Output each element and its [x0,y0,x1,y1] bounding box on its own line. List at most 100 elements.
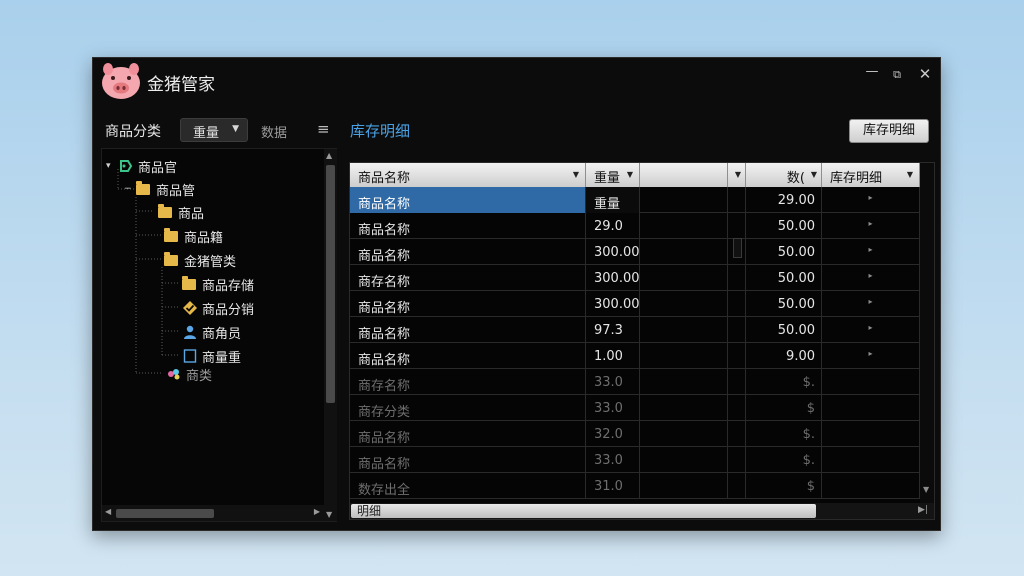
inventory-grid: 商品名称 ▼ 重量 ▼ ▼ 数( ▼ 库存明细 ▼ 商品名称 重量 29.00 ▸ 商品 [349,162,935,520]
scroll-thumb[interactable] [116,509,214,518]
inventory-detail-button[interactable]: 库存明细 [849,119,929,143]
blank-cell [728,395,746,421]
scroll-right-icon[interactable]: ▶ [314,507,320,516]
column-header-weight[interactable]: 重量 ▼ [586,163,640,187]
quantity-cell: $. [746,421,822,447]
weight-cell: 29.0 [586,213,640,239]
name-cell: 商品名称 [350,213,586,239]
weight-cell: 97.3 [586,317,640,343]
detail-arrow-cell[interactable]: ▸ [822,239,920,265]
column-header-blank-1[interactable] [640,163,728,187]
detail-arrow-cell[interactable] [822,473,920,499]
blank-cell [640,213,728,239]
column-header-name[interactable]: 商品名称 ▼ [350,163,586,187]
folder-icon [164,252,180,268]
close-button[interactable]: ✕ [917,65,933,83]
name-cell: 商品名称 [350,239,586,265]
folder-icon [182,276,198,292]
tree-node-goods-distribution[interactable]: 商品分销 [182,299,255,318]
maximize-button[interactable]: ⧉ [889,68,905,82]
dropdown-value: 重量 [193,126,220,141]
table-row[interactable]: 数存出全 31.0 $ [350,473,920,499]
app-title: 金猪管家 [147,75,215,95]
tree-node-weight[interactable]: 商量重 [182,347,241,366]
table-row[interactable]: 商品名称 33.0 $. [350,447,920,473]
detail-arrow-cell[interactable]: ▸ [822,343,920,369]
table-row[interactable]: 商品名称 29.0 50.00 ▸ [350,213,920,239]
tree-node-label: 商品分销 [202,302,255,318]
table-row[interactable]: 商品名称 97.3 50.00 ▸ [350,317,920,343]
detail-arrow-cell[interactable]: ▸ [822,265,920,291]
scroll-left-icon[interactable]: ◀ [105,507,111,516]
detail-arrow-cell[interactable] [822,369,920,395]
detail-arrow-cell[interactable]: ▸ [822,187,920,213]
section-title: 库存明细 [350,122,411,140]
scroll-thumb[interactable]: 明细 [351,504,816,518]
weight-cell: 300.00 [586,239,640,265]
tree-node-golden-pig-category[interactable]: 金猪管类 [164,251,236,270]
weight-cell: 32.0 [586,421,640,447]
tree-horizontal-scrollbar[interactable]: ◀ ▶ [102,505,324,521]
table-row[interactable]: 商品名称 300.00 50.00 ▸ [350,239,920,265]
scroll-thumb[interactable] [326,165,335,403]
table-row[interactable]: 商品名称 重量 29.00 ▸ [350,187,920,213]
tree-node-goods-ledger[interactable]: 商品籍 [164,227,223,246]
detail-arrow-cell[interactable]: ▸ [822,213,920,239]
quantity-cell: 9.00 [746,343,822,369]
blank-cell [728,369,746,395]
category-toolbar: 商品分类 重量 ▼ 数据 ≡ [103,118,335,142]
sort-arrow-icon: ▼ [810,170,817,179]
tree-node-goods[interactable]: 商品 [158,203,204,222]
tree-node-category[interactable]: 商类 [166,365,212,384]
blank-cell [728,213,746,239]
data-tab[interactable]: 数据 [261,122,287,141]
detail-arrow-cell[interactable]: ▸ [822,291,920,317]
table-row[interactable]: 商品名称 1.00 9.00 ▸ [350,343,920,369]
blank-cell [728,421,746,447]
detail-arrow-cell[interactable] [822,447,920,473]
scroll-end-icon[interactable]: ▶| [918,505,928,515]
blank-cell [640,265,728,291]
scroll-up-icon[interactable]: ▲ [326,151,332,160]
blank-cell [640,421,728,447]
table-row[interactable]: 商品名称 300.00 50.00 ▸ [350,291,920,317]
tree-node-goods-storage[interactable]: 商品存储 [182,275,254,294]
table-row[interactable]: 商存分类 33.0 $ [350,395,920,421]
tree-node-goods-manage[interactable]: − 商品管 [124,180,196,199]
column-header-quantity[interactable]: 数( ▼ [746,163,822,187]
grid-vertical-scrollbar[interactable]: ▼ [920,163,934,503]
blank-cell [640,317,728,343]
scroll-down-icon[interactable]: ▼ [326,510,332,519]
blank-cell [728,343,746,369]
name-cell: 商存分类 [350,395,586,421]
column-header-inventory-detail[interactable]: 库存明细 ▼ [822,163,920,187]
table-row[interactable]: 商存名称 300.00 50.00 ▸ [350,265,920,291]
column-header-blank-2[interactable]: ▼ [728,163,746,187]
tree-vertical-scrollbar[interactable]: ▲ ▼ [324,149,337,521]
colorful-icon [168,369,180,380]
green-tag-icon [120,160,133,172]
quantity-cell: 50.00 [746,265,822,291]
grid-horizontal-scrollbar[interactable]: 明细 ▶| [350,503,934,519]
column-scroll-marker[interactable] [733,238,742,258]
tree-node-root[interactable]: ▾ 商品官 [106,157,177,176]
sort-arrow-icon: ▼ [734,170,741,179]
folder-icon [164,228,180,244]
tree-node-label: 商品管 [156,183,196,199]
blank-cell [728,473,746,499]
quantity-cell: 50.00 [746,239,822,265]
table-row[interactable]: 商品名称 32.0 $. [350,421,920,447]
table-row[interactable]: 商存名称 33.0 $. [350,369,920,395]
sort-arrow-icon: ▼ [626,170,633,179]
tree-node-staff[interactable]: 商角员 [182,323,241,342]
expander-icon[interactable]: ▾ [106,161,118,171]
weight-dropdown[interactable]: 重量 ▼ [180,118,248,142]
scroll-down-icon[interactable]: ▼ [923,485,929,494]
detail-arrow-cell[interactable] [822,421,920,447]
detail-arrow-cell[interactable] [822,395,920,421]
minimize-button[interactable]: — [864,64,880,79]
menu-icon[interactable]: ≡ [317,120,330,138]
detail-arrow-cell[interactable]: ▸ [822,317,920,343]
blank-cell [728,265,746,291]
collapse-icon[interactable]: − [124,184,136,194]
